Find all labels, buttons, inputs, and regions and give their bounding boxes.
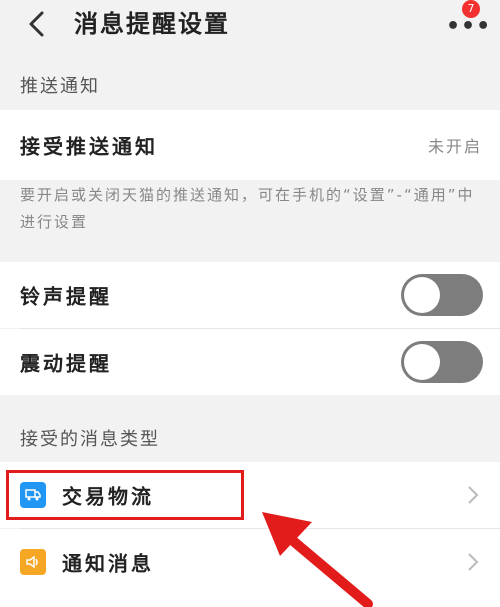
back-arrow-icon[interactable]	[22, 9, 52, 39]
more-button[interactable]: ••• 7	[442, 0, 490, 42]
type-item-label: 通知消息	[62, 551, 154, 576]
speaker-icon	[20, 549, 46, 575]
more-dots-icon: •••	[446, 14, 492, 39]
chevron-right-icon	[468, 553, 479, 571]
ringtone-label: 铃声提醒	[20, 284, 112, 309]
vibrate-row: 震动提醒	[0, 329, 500, 395]
header-bar: 消息提醒设置 ••• 7	[0, 0, 500, 52]
chevron-right-icon	[468, 486, 479, 504]
page-title: 消息提醒设置	[74, 10, 230, 38]
vibrate-toggle[interactable]	[401, 341, 483, 383]
push-section-label: 推送通知	[20, 76, 100, 97]
accept-push-status: 未开启	[427, 137, 482, 156]
notification-badge: 7	[462, 0, 480, 18]
push-hint-text: 要开启或关闭天猫的推送通知，可在手机的“设置”-“通用”中进行设置	[20, 186, 475, 231]
toggle-knob	[404, 277, 440, 313]
accept-push-label: 接受推送通知	[20, 134, 158, 159]
annotation-highlight-box	[6, 470, 244, 520]
ringtone-row: 铃声提醒	[0, 262, 500, 328]
ringtone-toggle[interactable]	[401, 274, 483, 316]
types-section-label: 接受的消息类型	[20, 429, 160, 450]
toggle-knob	[404, 344, 440, 380]
vibrate-label: 震动提醒	[20, 351, 112, 376]
annotation-arrow-icon	[262, 512, 373, 607]
accept-push-row[interactable]: 接受推送通知 未开启	[0, 110, 500, 180]
